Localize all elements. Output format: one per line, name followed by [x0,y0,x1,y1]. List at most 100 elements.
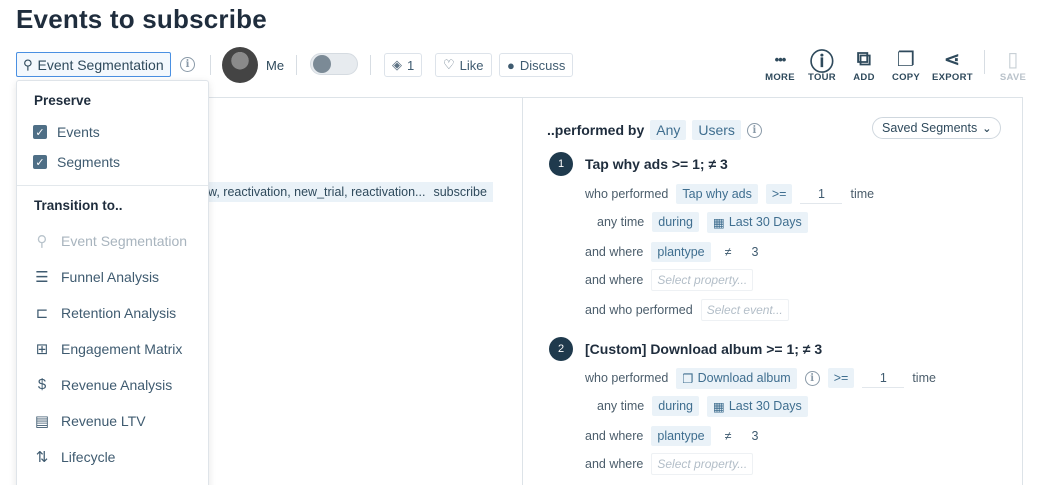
info-icon[interactable]: i [804,370,820,386]
menu-item-lifecycle[interactable]: ⇅ Lifecycle [33,448,116,466]
info-icon[interactable]: i [180,57,195,72]
segment-title[interactable]: [Custom] Download album >= 1; ≠ 3 [585,341,822,357]
discuss-label: Discuss [519,57,566,73]
custom-event-icon: ❐ [682,371,694,386]
date-range-label: Last 30 Days [728,215,802,229]
tour-label: TOUR [808,72,836,83]
copy-doc-icon: ❐ [896,48,916,71]
divider [370,55,371,75]
export-button[interactable]: ⋖ EXPORT [932,46,973,84]
save-button[interactable]: ▯ SAVE [993,46,1033,84]
page-title: Events to subscribe [16,4,267,34]
date-range-selector[interactable]: ▦ Last 30 Days [707,211,808,233]
segment-number: 2 [549,337,573,361]
menu-item-event-segmentation: ⚲ Event Segmentation [33,232,188,250]
property-operator[interactable]: ≠ [719,242,738,262]
spaces-button[interactable]: ◈ 1 [384,53,423,77]
during-selector[interactable]: during [652,396,699,416]
like-button[interactable]: ♡ Like [435,53,492,77]
who-performed-label: who performed [585,371,669,385]
panel-border [208,97,1023,98]
during-selector[interactable]: during [652,212,699,232]
count-input[interactable]: 1 [862,369,905,388]
calendar-icon: ▦ [713,399,725,414]
copy-button[interactable]: ❐ COPY [886,46,926,84]
menu-item-label: Lifecycle [61,449,116,465]
panel-divider [522,97,523,485]
event-selector[interactable]: Tap why ads [676,184,758,204]
share-icon: ⋖ [943,48,961,71]
event-segmentation-icon: ⚲ [36,233,48,250]
menu-item-label: Revenue Analysis [61,376,173,393]
date-range-selector[interactable]: ▦ Last 30 Days [707,395,808,417]
performed-by-label: ..performed by [547,122,645,138]
checkbox-checked-icon: ✓ [33,155,47,169]
saved-segments-dropdown[interactable]: Saved Segments ⌄ [872,117,1002,139]
select-event-input[interactable]: Select event... [700,299,789,321]
more-label: MORE [765,72,795,83]
operator-selector[interactable]: >= [827,368,855,388]
event-label: Download album [697,371,791,385]
visibility-toggle[interactable] [310,53,358,75]
operator-selector[interactable]: >= [765,184,793,204]
event-selector[interactable]: ❐ Download album [676,367,797,389]
save-label: SAVE [999,72,1027,83]
menu-item-engagement-matrix[interactable]: ⊞ Engagement Matrix [33,340,183,358]
performed-by-row: ..performed by Any Users i [547,120,762,140]
date-range-label: Last 30 Days [728,399,802,413]
property-selector[interactable]: plantype [651,426,711,446]
property-operator[interactable]: ≠ [719,426,738,446]
more-dots-icon: ••• [774,51,787,67]
select-property-input[interactable]: Select property... [651,269,754,291]
divider [296,55,297,75]
menu-item-retention-analysis[interactable]: ⊏ Retention Analysis [33,304,176,322]
event-selection[interactable]: w, reactivation, new_trial, reactivation… [200,182,493,202]
any-time-label: any time [597,215,645,229]
globe-icon [313,55,331,73]
preserve-events-checkbox[interactable]: ✓ Events [33,124,100,140]
more-button[interactable]: ••• MORE [760,46,800,84]
segment-number: 1 [549,152,573,176]
segment-title[interactable]: Tap why ads >= 1; ≠ 3 [585,156,728,172]
tour-button[interactable]: ⓘ TOUR [802,46,842,84]
menu-item-revenue-ltv[interactable]: ▤ Revenue LTV [33,412,146,430]
and-who-performed-label: and who performed [585,303,693,317]
spaces-count: 1 [407,57,415,73]
info-icon[interactable]: i [746,122,762,138]
segment-time-row: any time during ▦ Last 30 Days [597,211,808,233]
property-value[interactable]: 3 [746,242,765,262]
revenue-ltv-icon: ▤ [34,413,50,430]
export-label: EXPORT [932,72,973,83]
checkbox-checked-icon: ✓ [33,125,47,139]
heart-icon: ♡ [443,57,455,72]
and-where-label: and where [585,429,644,443]
property-selector[interactable]: plantype [651,242,711,262]
any-selector[interactable]: Any [650,120,687,140]
and-where-label: and where [585,245,644,259]
engagement-matrix-icon: ⊞ [35,341,49,358]
copy-label: COPY [891,72,921,83]
menu-item-revenue-analysis[interactable]: $ Revenue Analysis [33,376,172,393]
menu-divider [17,185,208,186]
preserve-segments-checkbox[interactable]: ✓ Segments [33,154,120,170]
like-label: Like [459,57,484,73]
add-label: ADD [853,72,875,83]
stack-add-icon: ⧉ [856,47,872,70]
menu-item-funnel-analysis[interactable]: ☰ Funnel Analysis [33,268,159,286]
discuss-button[interactable]: ● Discuss [499,53,574,77]
segment-where-row: and where plantype ≠ 3 [585,425,764,447]
calendar-icon: ▦ [713,215,725,230]
add-button[interactable]: ⧉ ADD [844,46,884,84]
avatar[interactable] [222,47,258,83]
segment-where-row: and where Select property... [585,269,754,291]
divider [984,50,985,74]
select-property-input[interactable]: Select property... [651,453,754,475]
count-input[interactable]: 1 [800,185,843,204]
any-time-label: any time [597,399,645,413]
segment-time-row: any time during ▦ Last 30 Days [597,395,808,417]
preserve-heading: Preserve [34,93,92,108]
users-selector[interactable]: Users [692,120,741,140]
property-value[interactable]: 3 [746,426,765,446]
chart-type-selector[interactable]: ⚲ Event Segmentation [16,52,171,77]
who-performed-label: who performed [585,187,669,201]
